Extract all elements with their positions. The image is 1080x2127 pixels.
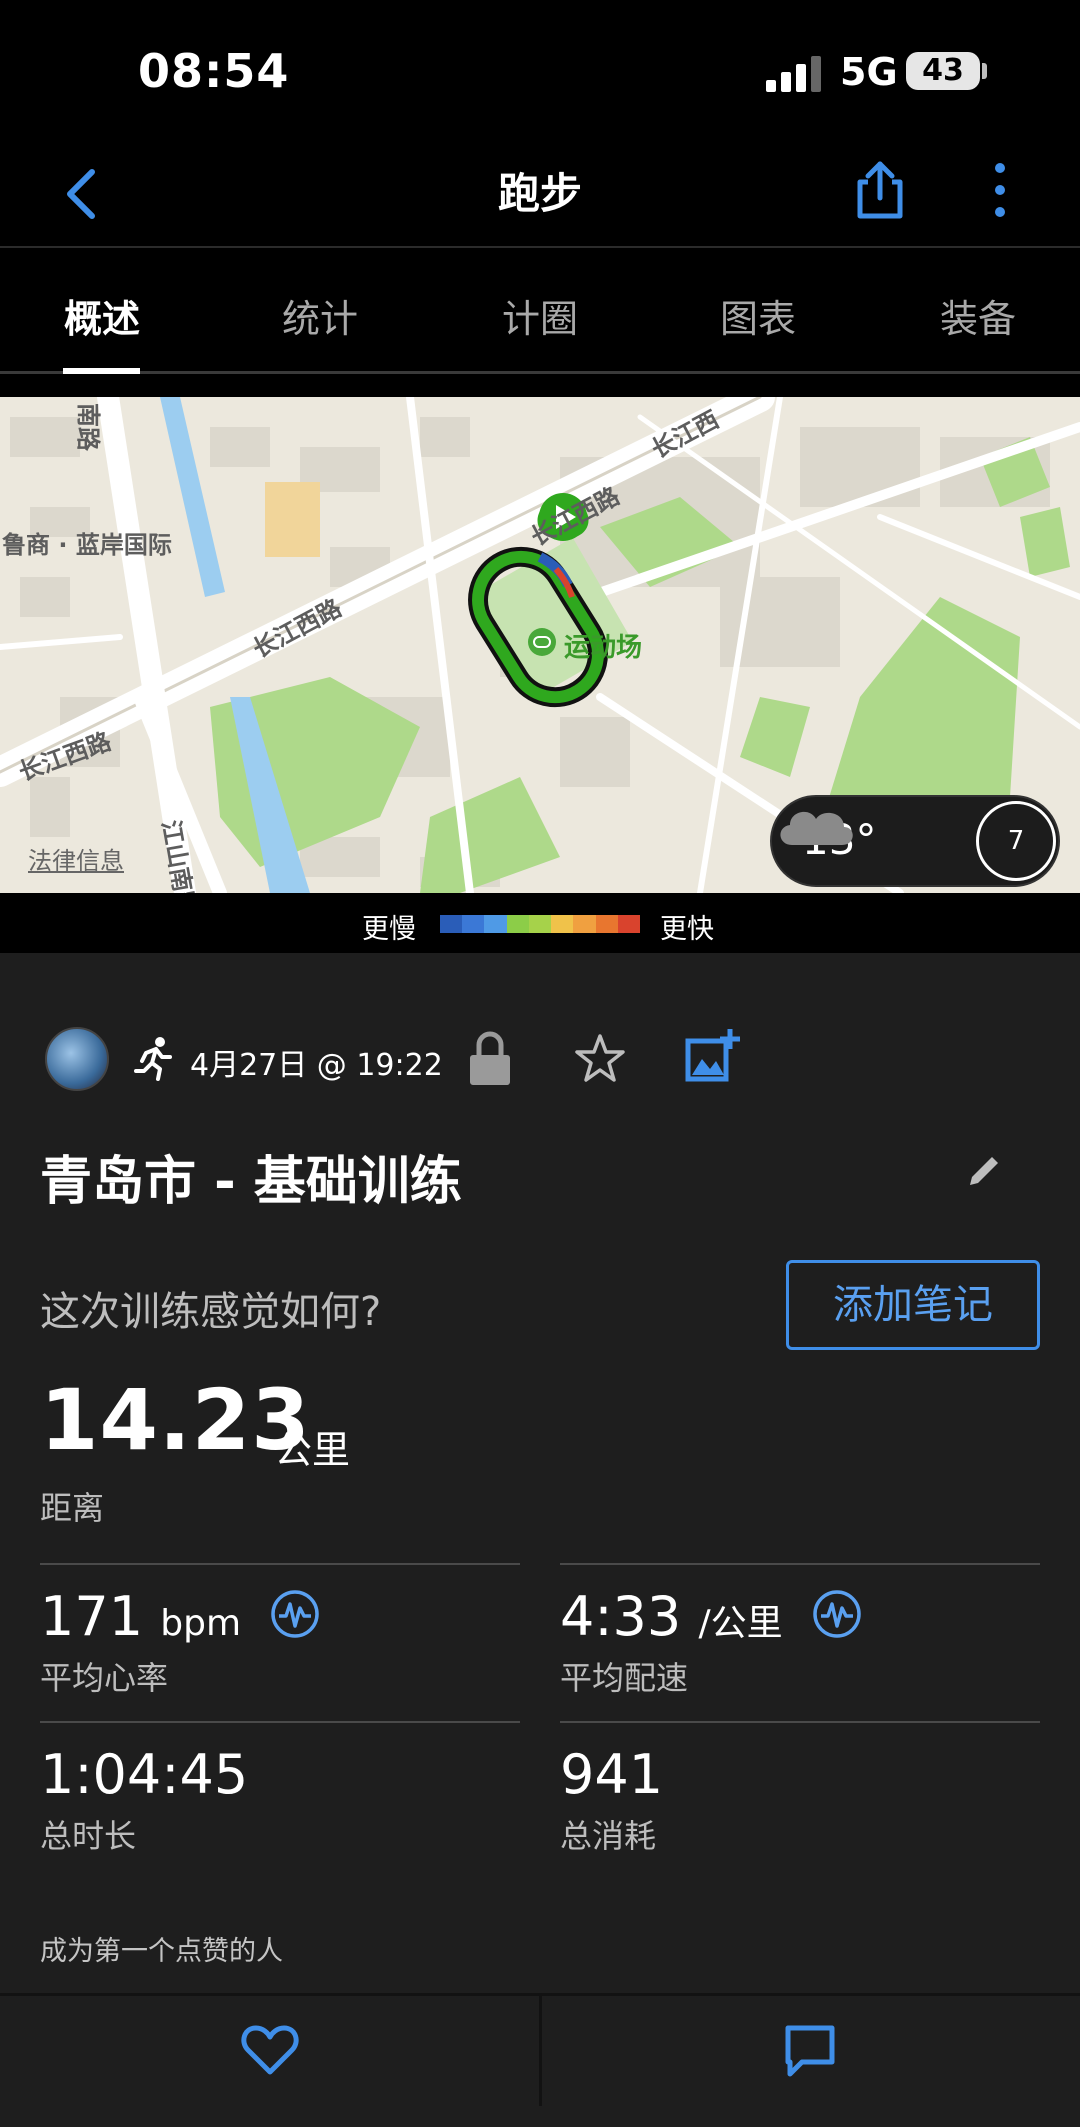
status-time: 08:54 — [138, 44, 290, 98]
duration-value: 1:04:45 — [40, 1743, 249, 1806]
stat-divider — [40, 1563, 520, 1565]
legend-faster-label: 更快 — [660, 914, 714, 945]
stat-avg-pace: 4:33 /公里 平均配速 — [560, 1563, 1040, 1713]
comment-icon[interactable] — [780, 2020, 840, 2080]
lock-icon[interactable] — [468, 1029, 512, 1087]
page-title: 跑步 — [497, 169, 582, 218]
bottom-action-bar — [0, 1993, 1080, 2127]
add-photo-icon[interactable] — [684, 1027, 740, 1083]
calories-value: 941 — [560, 1743, 664, 1806]
activity-title: 青岛市 - 基础训练 — [40, 1152, 462, 1212]
pace-label: 平均配速 — [560, 1659, 689, 1697]
tab-stats[interactable]: 统计 — [240, 288, 400, 343]
map-label-road: 南路 — [74, 403, 102, 451]
avatar[interactable] — [45, 1027, 109, 1091]
edit-icon[interactable] — [964, 1149, 1004, 1189]
wind-speed-indicator: 7 — [976, 801, 1056, 881]
stat-divider — [40, 1721, 520, 1723]
pace-legend: 更慢 更快 — [0, 893, 1080, 953]
pace-color-segment — [595, 915, 618, 933]
tab-overview[interactable]: 概述 — [22, 288, 182, 343]
stat-divider — [560, 1721, 1040, 1723]
heart-icon[interactable] — [240, 2020, 300, 2080]
feeling-question: 这次训练感觉如何? — [40, 1289, 382, 1335]
duration-label: 总时长 — [40, 1817, 137, 1855]
stat-avg-heart-rate: 171 bpm 平均心率 — [40, 1563, 520, 1713]
activity-summary: 4月27日 @ 19:22 青岛市 - 基础训练 这次训练感觉如何? 添加笔记 … — [0, 953, 1080, 1993]
route-map[interactable]: 南路 鲁商 · 蓝岸国际 长江西路 长江西 长江西路 长江西路 江山南路 运动场… — [0, 397, 1080, 893]
activity-date: 4月27日 @ 19:22 — [190, 1048, 443, 1083]
more-options-icon[interactable] — [976, 158, 1024, 222]
active-tab-indicator — [63, 368, 140, 374]
running-icon — [134, 1037, 172, 1081]
pace-color-segment — [573, 915, 596, 933]
status-bar: 08:54 5G 43 — [0, 0, 1080, 140]
pace-color-scale — [440, 915, 640, 933]
pace-color-segment — [528, 915, 552, 933]
signal-icon — [766, 56, 821, 92]
pace-unit: /公里 — [698, 1603, 783, 1644]
heart-rate-label: 平均心率 — [40, 1659, 169, 1697]
heart-rate-zone-icon[interactable] — [270, 1589, 320, 1639]
stat-total-calories: 941 总消耗 — [560, 1721, 1040, 1871]
navigation-header: 跑步 — [0, 140, 1080, 248]
stat-total-duration: 1:04:45 总时长 — [40, 1721, 520, 1871]
heart-rate-unit: bpm — [160, 1603, 242, 1644]
distance-value: 14.23 — [40, 1371, 311, 1469]
distance-label: 距离 — [40, 1489, 105, 1527]
legal-info-link[interactable]: 法律信息 — [28, 841, 124, 876]
legend-slower-label: 更慢 — [362, 914, 416, 945]
heart-rate-value-row: 171 bpm — [40, 1585, 320, 1648]
share-icon[interactable] — [850, 158, 910, 222]
add-note-button[interactable]: 添加笔记 — [786, 1260, 1040, 1350]
tab-bar: 概述 统计 计圈 图表 装备 — [0, 250, 1080, 374]
cloud-icon — [780, 811, 853, 845]
battery-icon: 43 — [906, 52, 980, 90]
heart-rate-value: 171 — [40, 1585, 144, 1648]
likes-prompt: 成为第一个点赞的人 — [40, 1936, 283, 1967]
battery-tip — [982, 63, 987, 79]
tab-gear[interactable]: 装备 — [898, 288, 1058, 343]
pace-color-segment — [617, 915, 640, 933]
pace-color-segment — [551, 915, 574, 933]
map-label-stadium: 运动场 — [564, 633, 643, 663]
stat-divider — [560, 1563, 1040, 1565]
star-icon[interactable] — [574, 1033, 626, 1085]
tab-charts[interactable]: 图表 — [678, 288, 838, 343]
pace-value: 4:33 — [560, 1585, 682, 1648]
pace-zone-icon[interactable] — [812, 1589, 862, 1639]
map-label-poi: 鲁商 · 蓝岸国际 — [2, 531, 172, 559]
network-type: 5G — [840, 50, 898, 94]
pace-color-segment — [506, 915, 529, 933]
pace-color-segment — [484, 915, 507, 933]
distance-unit: 公里 — [274, 1428, 351, 1472]
pace-value-row: 4:33 /公里 — [560, 1585, 862, 1648]
weather-badge: 13° 7 — [770, 795, 1060, 887]
pace-color-segment — [440, 915, 463, 933]
bottom-divider — [539, 1996, 542, 2106]
calories-label: 总消耗 — [560, 1817, 657, 1855]
tab-laps[interactable]: 计圈 — [460, 288, 620, 343]
pace-color-segment — [462, 915, 485, 933]
